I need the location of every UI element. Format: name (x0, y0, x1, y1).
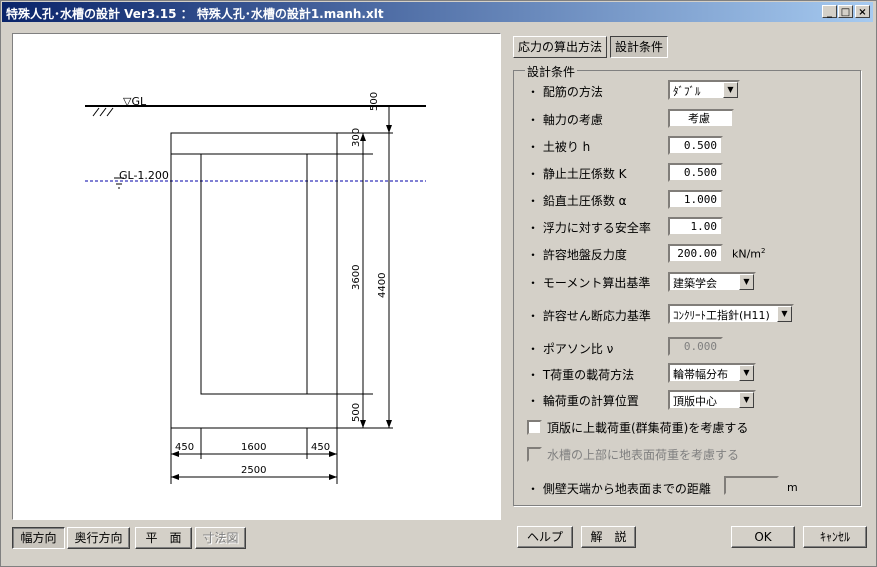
chevron-down-icon: ▼ (739, 392, 754, 408)
group-title: 設計条件 (525, 63, 578, 80)
cancel-button[interactable]: ｷｬﾝｾﾙ (803, 526, 867, 548)
rest-pressure-input[interactable]: 0.500 (668, 163, 723, 182)
wall-distance-input (724, 476, 779, 495)
window-title: 特殊人孔･水槽の設計 Ver3.15 ： 特殊人孔･水槽の設計1.manh.xl… (6, 7, 384, 21)
wall-distance-label: ・ 側壁天端から地表面までの距離 (527, 482, 711, 496)
dim-label: 500 (369, 91, 380, 111)
dim-label: 1600 (241, 442, 267, 453)
close-button[interactable]: × (855, 5, 870, 18)
dim-label: 2500 (241, 465, 267, 476)
vert-pressure-input[interactable]: 1.000 (668, 190, 723, 209)
maximize-button[interactable]: □ (838, 5, 853, 18)
ground-label: ▽GL (123, 95, 147, 108)
bearing-label: ・ 許容地盤反力度 (527, 248, 627, 262)
dim-label: 450 (311, 442, 331, 453)
moment-std-label: ・ モーメント算出基準 (527, 276, 651, 290)
minimize-button[interactable]: _ (822, 5, 837, 18)
dim-label: 3600 (351, 264, 362, 290)
inner-cavity (200, 153, 308, 395)
dim-label: 4400 (377, 272, 388, 298)
rebar-method-label: ・ 配筋の方法 (527, 85, 603, 99)
crowd-load-label: 頂版に上載荷重(群集荷重)を考慮する (547, 421, 749, 435)
tab-stress-method[interactable]: 応力の算出方法 (513, 36, 608, 58)
chevron-down-icon: ▼ (723, 82, 738, 98)
ok-button[interactable]: OK (731, 526, 795, 548)
surface-load-label: 水槽の上部に地表面荷重を考慮する (547, 448, 740, 462)
explain-button[interactable]: 解 説 (581, 526, 636, 548)
hatch-mark (92, 107, 100, 117)
chevron-down-icon: ▼ (777, 306, 792, 322)
crowd-load-checkbox[interactable] (527, 420, 542, 435)
cover-input[interactable]: 0.500 (668, 136, 723, 155)
chevron-down-icon: ▼ (739, 274, 754, 290)
poisson-input: 0.000 (668, 337, 723, 356)
dim-label: 450 (175, 442, 195, 453)
t-load-label: ・ T荷重の載荷方法 (527, 368, 635, 382)
view-dimension-button: 寸法図 (195, 527, 246, 549)
rebar-method-select[interactable]: ﾀﾞﾌﾞﾙ ▼ (668, 80, 740, 100)
shear-std-select[interactable]: ｺﾝｸﾘｰﾄ工指針(H11) ▼ (668, 304, 794, 324)
dim-label: 300 (351, 127, 362, 147)
water-label: GL-1.200 (119, 169, 169, 182)
wall-distance-unit: m (787, 481, 798, 494)
wheel-pos-select[interactable]: 頂版中心 ▼ (668, 390, 756, 410)
view-depth-button[interactable]: 奥行方向 (67, 527, 130, 549)
bearing-unit: kN/m2 (732, 247, 766, 261)
view-width-button[interactable]: 幅方向 (12, 527, 65, 549)
axial-force-label: ・ 軸力の考慮 (527, 113, 603, 127)
poisson-label: ・ ポアソン比 ν (527, 342, 614, 356)
axial-force-toggle[interactable]: 考慮 (668, 109, 734, 128)
shear-std-label: ・ 許容せん断応力基準 (527, 309, 651, 323)
help-button[interactable]: ヘルプ (517, 526, 573, 548)
view-plan-button[interactable]: 平 面 (135, 527, 192, 549)
drawing-canvas: ▽GL GL-1.200 500 300 3600 4400 500 450 1… (12, 33, 501, 520)
surface-load-checkbox (527, 447, 542, 462)
vert-pressure-label: ・ 鉛直土圧係数 α (527, 194, 627, 208)
outer-wall (170, 132, 338, 429)
moment-std-select[interactable]: 建築学会 ▼ (668, 272, 756, 292)
wheel-pos-label: ・ 輪荷重の計算位置 (527, 394, 639, 408)
rest-pressure-label: ・ 静止土圧係数 K (527, 167, 627, 181)
title-bar: 特殊人孔･水槽の設計 Ver3.15 ： 特殊人孔･水槽の設計1.manh.xl… (2, 2, 873, 22)
cover-label: ・ 土被り h (527, 140, 591, 154)
tab-design-conditions[interactable]: 設計条件 (610, 36, 669, 58)
t-load-select[interactable]: 輪帯幅分布 ▼ (668, 363, 756, 383)
bearing-input[interactable]: 200.00 (668, 244, 723, 263)
buoyancy-label: ・ 浮力に対する安全率 (527, 221, 651, 235)
dim-label: 500 (351, 402, 362, 422)
chevron-down-icon: ▼ (739, 365, 754, 381)
buoyancy-input[interactable]: 1.00 (668, 217, 723, 236)
